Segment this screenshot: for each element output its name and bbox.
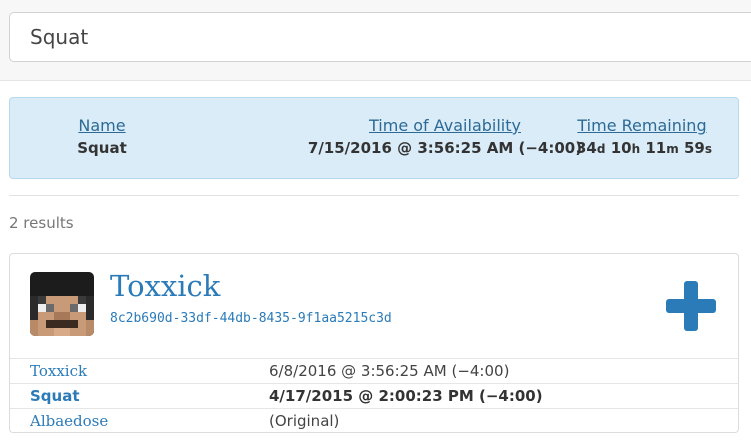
results-count: 2 results xyxy=(9,214,74,232)
history-name-link[interactable]: Squat xyxy=(30,387,80,405)
name-info-panel: Name Squat Time of Availability 7/15/201… xyxy=(9,97,739,179)
remaining-minutes: 11 xyxy=(645,139,667,157)
remaining-seconds-unit: s xyxy=(704,142,713,156)
name-header-link[interactable]: Name xyxy=(60,116,144,135)
remaining-seconds: 59 xyxy=(683,139,705,157)
remaining-days: 34 xyxy=(576,139,597,157)
history-row: Albaedose (Original) xyxy=(10,408,738,433)
plus-icon xyxy=(666,281,716,331)
history-row-current: Squat 4/17/2015 @ 2:00:23 PM (−4:00) xyxy=(10,383,738,408)
history-date: 6/8/2016 @ 3:56:25 AM (−4:00) xyxy=(269,362,510,380)
add-button[interactable] xyxy=(664,279,718,333)
remaining-minutes-unit: m xyxy=(666,142,679,156)
player-uuid: 8c2b690d-33df-44db-8435-9f1aa5215c3d xyxy=(110,311,392,326)
search-input[interactable] xyxy=(9,12,751,62)
search-section xyxy=(0,0,751,81)
profile-card: Toxxick 8c2b690d-33df-44db-8435-9f1aa521… xyxy=(9,253,739,433)
history-name-link[interactable]: Toxxick xyxy=(30,362,87,380)
remaining-days-unit: d xyxy=(596,142,606,156)
history-row: Toxxick 6/8/2016 @ 3:56:25 AM (−4:00) xyxy=(10,358,738,383)
history-name-link[interactable]: Albaedose xyxy=(30,412,108,430)
name-column: Name Squat xyxy=(60,116,144,157)
history-date: 4/17/2015 @ 2:00:23 PM (−4:00) xyxy=(269,387,543,405)
remaining-hours: 10 xyxy=(610,139,632,157)
history-date: (Original) xyxy=(269,412,340,430)
minecraft-skin-face-icon xyxy=(30,272,94,336)
remaining-column: Time Remaining 34d 10h 11m 59s xyxy=(576,116,712,157)
section-divider xyxy=(9,195,739,196)
name-value: Squat xyxy=(77,139,127,157)
remaining-header-link[interactable]: Time Remaining xyxy=(576,116,708,135)
remaining-countdown: 34d 10h 11m 59s xyxy=(576,139,712,157)
remaining-hours-unit: h xyxy=(631,142,641,156)
player-name: Toxxick xyxy=(110,269,221,303)
